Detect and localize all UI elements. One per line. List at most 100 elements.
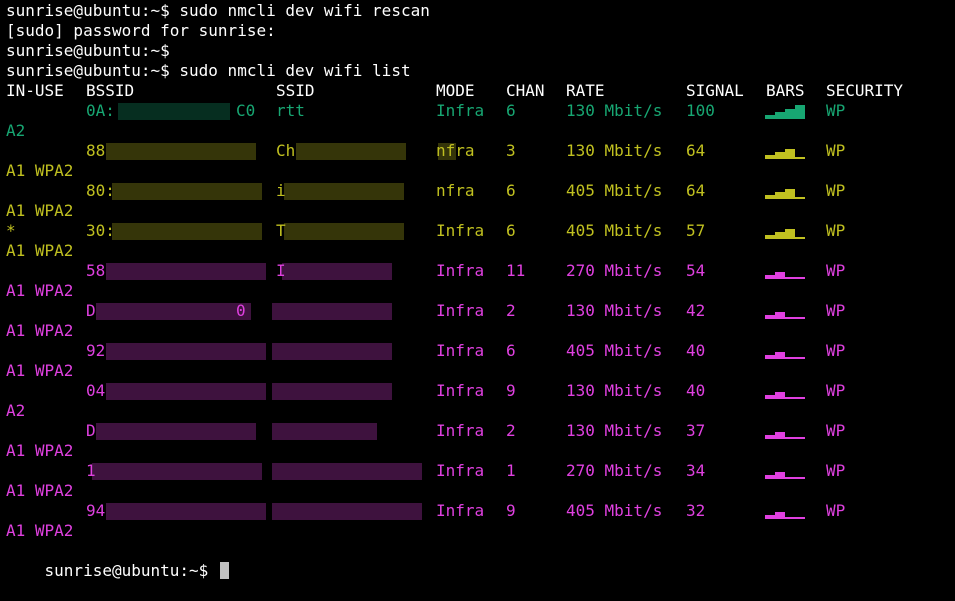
cell-chan: 9 <box>506 381 516 400</box>
signal-bar <box>775 272 785 279</box>
table-row: 92 Infra 6 405 Mbit/s 40 WP <box>0 341 955 361</box>
table-row-wrap: A1 WPA2 <box>0 521 955 541</box>
signal-bar <box>785 397 795 399</box>
cell-security-wrap: A1 WPA2 <box>6 521 74 540</box>
signal-bar <box>775 512 785 519</box>
cell-chan: 6 <box>506 101 516 120</box>
redaction-blur <box>272 383 392 400</box>
cell-chan: 1 <box>506 461 516 480</box>
cell-chan: 2 <box>506 301 516 320</box>
cell-mode: Infra <box>436 301 485 320</box>
header-signal: SIGNAL <box>686 81 744 100</box>
cell-signal: 100 <box>686 101 715 120</box>
redaction-blur <box>438 143 456 160</box>
cell-bssid: 30: <box>86 221 115 240</box>
table-row-wrap: A1 WPA2 <box>0 441 955 461</box>
redaction-blur <box>118 103 230 120</box>
cell-security: WP <box>826 421 846 440</box>
table-row: 04 Infra 9 130 Mbit/s 40 WP <box>0 381 955 401</box>
cell-rate: 405 Mbit/s <box>566 501 663 520</box>
terminal-window[interactable]: sunrise@ubuntu:~$ sudo nmcli dev wifi re… <box>0 0 955 580</box>
redaction-blur <box>106 343 266 360</box>
redaction-blur <box>106 503 266 520</box>
cell-rate: 130 Mbit/s <box>566 421 663 440</box>
cell-rate: 130 Mbit/s <box>566 301 663 320</box>
table-row-wrap: A1 WPA2 <box>0 241 955 261</box>
cursor <box>219 562 229 579</box>
redaction-blur <box>96 303 251 320</box>
cell-signal: 54 <box>686 261 706 280</box>
table-row: 1 Infra 1 270 Mbit/s 34 WP <box>0 461 955 481</box>
cell-mode: Infra <box>436 461 485 480</box>
cell-mode: nfra <box>436 181 475 200</box>
redaction-blur <box>106 143 256 160</box>
signal-bar <box>775 392 785 399</box>
terminal-line-2: [sudo] password for sunrise: <box>6 21 276 40</box>
cell-rate: 405 Mbit/s <box>566 341 663 360</box>
cell-bssid: D <box>86 421 96 440</box>
signal-bar <box>765 395 775 399</box>
redaction-blur <box>106 383 266 400</box>
cell-rate: 405 Mbit/s <box>566 181 663 200</box>
signal-bar <box>795 197 805 199</box>
signal-bar <box>785 317 795 319</box>
cell-chan: 9 <box>506 501 516 520</box>
table-row-wrap: A1 WPA2 <box>0 161 955 181</box>
cell-bssid: 92 <box>86 341 106 360</box>
terminal-line-4: sunrise@ubuntu:~$ sudo nmcli dev wifi li… <box>6 61 411 80</box>
cell-signal: 34 <box>686 461 706 480</box>
redaction-blur <box>296 143 406 160</box>
table-row: 0A: C0 rtt Infra 6 130 Mbit/s 100 WP <box>0 101 955 121</box>
signal-bar <box>795 397 805 399</box>
cell-bssid: 04 <box>86 381 106 400</box>
signal-bar <box>775 312 785 319</box>
redaction-blur <box>282 263 392 280</box>
signal-bars-icon <box>765 229 805 239</box>
cell-security: WP <box>826 261 846 280</box>
signal-bar <box>775 232 785 239</box>
cell-security-wrap: A2 <box>6 401 26 420</box>
cell-security-wrap: A1 WPA2 <box>6 321 74 340</box>
cell-chan: 6 <box>506 181 516 200</box>
cell-security: WP <box>826 301 846 320</box>
cell-mode: Infra <box>436 221 485 240</box>
cell-security-wrap: A1 WPA2 <box>6 201 74 220</box>
redaction-blur <box>92 463 262 480</box>
signal-bar <box>785 277 795 279</box>
signal-bar <box>765 475 775 479</box>
signal-bars-icon <box>765 272 805 279</box>
signal-bar <box>785 477 795 479</box>
signal-bars-icon <box>765 352 805 359</box>
cell-chan: 6 <box>506 341 516 360</box>
cell-rate: 130 Mbit/s <box>566 101 663 120</box>
signal-bar <box>785 517 795 519</box>
cell-signal: 42 <box>686 301 706 320</box>
table-header-row: IN-USE BSSID SSID MODE CHAN RATE SIGNAL … <box>0 81 955 101</box>
cell-signal: 37 <box>686 421 706 440</box>
cell-chan: 11 <box>506 261 526 280</box>
header-bssid: BSSID <box>86 81 135 100</box>
signal-bars-icon <box>765 149 805 159</box>
cell-bssid: 88 <box>86 141 106 160</box>
header-mode: MODE <box>436 81 475 100</box>
cell-security-wrap: A1 WPA2 <box>6 361 74 380</box>
cell-security: WP <box>826 461 846 480</box>
signal-bar <box>795 277 805 279</box>
signal-bar <box>795 105 805 119</box>
terminal-line-1: sunrise@ubuntu:~$ sudo nmcli dev wifi re… <box>6 1 430 20</box>
redaction-blur <box>112 183 262 200</box>
terminal-prompt-line[interactable]: sunrise@ubuntu:~$ <box>6 541 229 580</box>
table-row-wrap: A1 WPA2 <box>0 281 955 301</box>
cell-bssid: 58 <box>86 261 106 280</box>
cell-bssid: 0A: <box>86 101 115 120</box>
signal-bars-icon <box>765 312 805 319</box>
cell-signal: 32 <box>686 501 706 520</box>
table-row: D Infra 2 130 Mbit/s 37 WP <box>0 421 955 441</box>
signal-bar <box>775 192 785 199</box>
signal-bars-icon <box>765 512 805 519</box>
signal-bar <box>775 352 785 359</box>
redaction-blur <box>272 423 377 440</box>
signal-bar <box>765 435 775 439</box>
signal-bars-icon <box>765 392 805 399</box>
cell-mode: Infra <box>436 101 485 120</box>
